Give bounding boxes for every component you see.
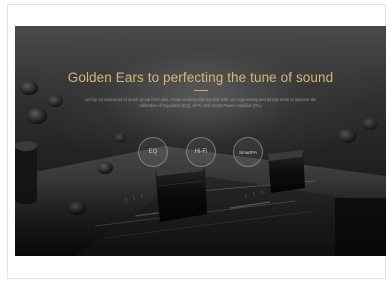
feature-badge-hifi[interactable]: Hi-Fi [186,137,216,167]
feature-badge-label: SmartPA [238,149,258,155]
feature-badge-label: Hi-Fi [194,149,208,155]
hero-description: Led by connoisseurs of music group from … [84,97,317,108]
hero-banner: Golden Ears to perfecting the tune of so… [15,26,386,256]
feature-badge-label: EQ [148,149,158,155]
feature-badge-eq[interactable]: EQ [138,137,168,167]
headline-divider [194,90,208,91]
hero-headline: Golden Ears to perfecting the tune of so… [67,70,334,85]
feature-badge-smartpa[interactable]: SmartPA [233,137,263,167]
